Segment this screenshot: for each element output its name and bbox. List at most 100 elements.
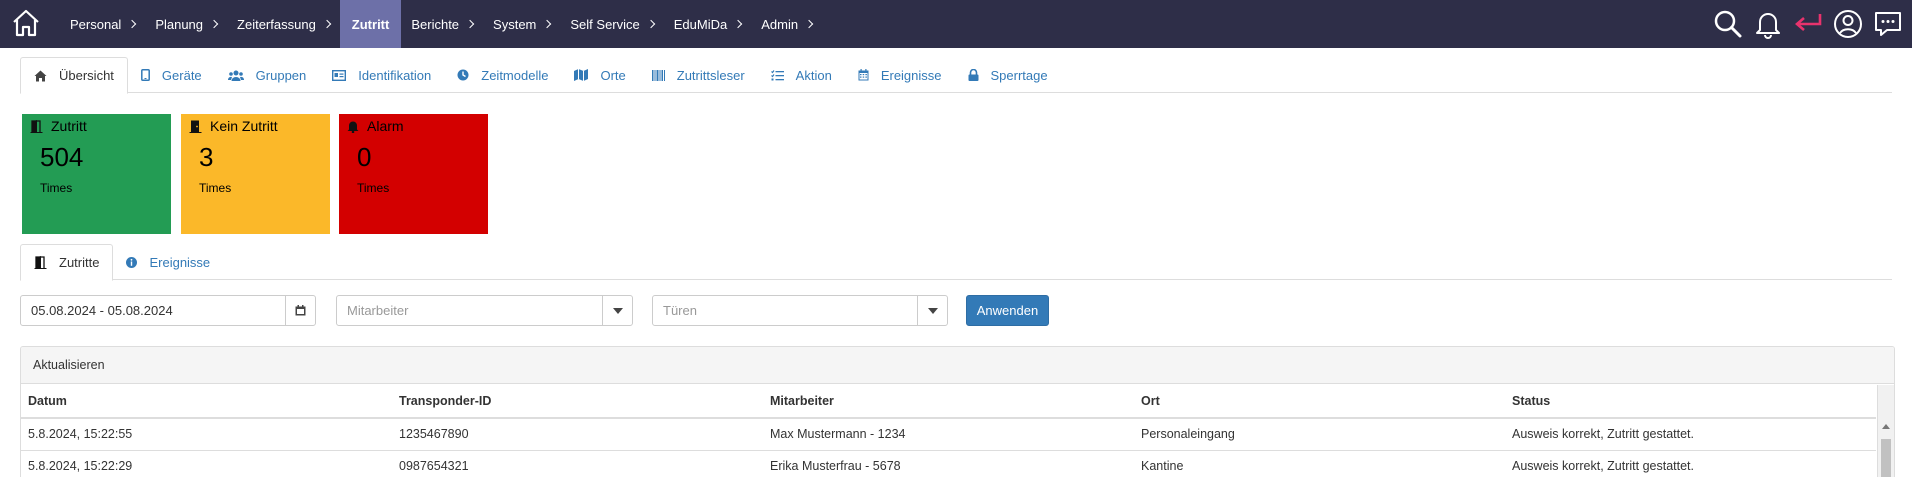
date-range-value: 05.08.2024 - 05.08.2024 — [31, 303, 173, 318]
scroll-thumb[interactable] — [1881, 439, 1891, 477]
tab-label: Zutritte — [59, 255, 100, 270]
main-tabs: Übersicht Geräte Gruppen Identifikation Zeit… — [20, 57, 1892, 94]
kpi-card-value: 3 — [199, 142, 214, 172]
tab-label: Zeitmodelle — [481, 67, 549, 83]
kpi-card-value: 0 — [357, 142, 372, 172]
tab-sperrtage[interactable]: Sperrtage — [955, 57, 1061, 93]
column-header-datum[interactable]: Datum — [21, 384, 392, 419]
table-scrollbar[interactable] — [1877, 385, 1894, 477]
tab-zutrittsleser[interactable]: Zutrittsleser — [639, 57, 758, 93]
nav-item-label: Zutritt — [351, 16, 390, 32]
tab-label: Ereignisse — [880, 67, 942, 83]
tab-gruppen[interactable]: Gruppen — [215, 57, 320, 93]
kpi-card-label: Alarm — [367, 118, 404, 134]
employee-select[interactable]: Mitarbeiter — [336, 295, 633, 326]
subtab-zutritte[interactable]: Zutritte — [20, 244, 114, 281]
nav-item-label: System — [493, 16, 537, 32]
barcode-icon — [651, 69, 671, 81]
tab-zeitmodelle[interactable]: Zeitmodelle — [444, 57, 561, 93]
nav-item-berichte[interactable]: Berichte — [401, 0, 483, 48]
chevron-right-icon — [804, 19, 814, 29]
table-cell-transponder-id: 1235467890 — [392, 418, 763, 451]
table-cell-status: Ausweis korrekt, Zutritt gestattet. — [1505, 450, 1876, 477]
table-row[interactable]: 5.8.2024, 15:22:29 0987654321 Erika Muster… — [21, 450, 1876, 477]
tab-label: Sperrtage — [990, 67, 1048, 83]
calendar-icon — [295, 305, 306, 316]
id-card-icon — [332, 69, 352, 81]
chevron-right-icon — [646, 19, 656, 29]
table-cell-ort: Personaleingang — [1134, 418, 1505, 451]
nav-item-label: Planung — [155, 16, 204, 32]
nav-item-self-service[interactable]: Self Service — [560, 0, 663, 48]
nav-item-label: Personal — [70, 16, 122, 32]
tab-label: Aktion — [795, 67, 832, 83]
date-range-field[interactable]: 05.08.2024 - 05.08.2024 — [20, 295, 316, 326]
bell-icon[interactable] — [1748, 4, 1788, 44]
table-cell-datum: 5.8.2024, 15:22:29 — [21, 450, 392, 477]
column-header-transponder-id[interactable]: Transponder-ID — [392, 384, 763, 419]
kpi-card-label: Kein Zutritt — [210, 118, 278, 134]
tablet-icon — [140, 69, 156, 81]
return-icon[interactable] — [1788, 4, 1828, 44]
tab-identifikation[interactable]: Identifikation — [319, 57, 444, 93]
nav-item-zutritt[interactable]: Zutritt — [339, 0, 402, 48]
map-icon — [574, 69, 594, 81]
chevron-right-icon — [465, 19, 475, 29]
tab-label: Identifikation — [358, 67, 432, 83]
door-closed-icon — [189, 120, 206, 133]
user-circle-icon[interactable] — [1828, 4, 1868, 44]
nav-item-personal[interactable]: Personal — [58, 0, 145, 48]
subtab-ereignisse[interactable]: Ereignisse — [113, 244, 223, 280]
table-row[interactable]: 5.8.2024, 15:22:55 1235467890 Max Musterma… — [21, 418, 1876, 451]
kpi-card-zutritt: Zutritt 504 Times — [22, 114, 171, 234]
nav-item-label: Zeiterfassung — [237, 16, 316, 32]
lock-icon — [968, 69, 985, 81]
tab-orte[interactable]: Orte — [561, 57, 638, 93]
chevron-down-icon[interactable] — [602, 296, 632, 325]
doors-select[interactable]: Türen — [652, 295, 948, 326]
kpi-card-alarm: Alarm 0 Times — [339, 114, 488, 234]
nav-item-zeiterfassung[interactable]: Zeiterfassung — [227, 0, 340, 48]
nav-item-label: Berichte — [411, 16, 460, 32]
chevron-right-icon — [733, 19, 743, 29]
access-table: Datum Transponder-ID Mitarbeiter Ort Status … — [21, 384, 1876, 477]
nav-item-system[interactable]: System — [483, 0, 560, 48]
home-icon[interactable] — [10, 7, 42, 39]
table-cell-mitarbeiter: Max Mustermann - 1234 — [763, 418, 1134, 451]
tab-aktion[interactable]: Aktion — [758, 57, 845, 93]
tab-geraete[interactable]: Geräte — [128, 57, 215, 93]
kpi-card-title: Alarm — [347, 118, 480, 134]
sub-tabs: Zutritte Ereignisse — [20, 244, 1892, 281]
nav-item-edumida[interactable]: EduMiDa — [664, 0, 751, 48]
tab-label: Orte — [600, 67, 626, 83]
door-open-icon — [34, 256, 53, 269]
tab-ereignisse[interactable]: Ereignisse — [845, 57, 955, 93]
column-header-mitarbeiter[interactable]: Mitarbeiter — [763, 384, 1134, 419]
column-header-ort[interactable]: Ort — [1134, 384, 1505, 419]
calendar-button[interactable] — [285, 296, 315, 325]
nav-item-label: EduMiDa — [673, 16, 728, 32]
chat-icon[interactable] — [1868, 4, 1908, 44]
search-icon[interactable] — [1708, 4, 1748, 44]
nav-item-planung[interactable]: Planung — [145, 0, 227, 48]
table-cell-datum: 5.8.2024, 15:22:55 — [21, 418, 392, 451]
top-icons — [1708, 0, 1912, 48]
home-icon — [34, 70, 53, 82]
kpi-card-unit: Times — [199, 181, 232, 195]
kpi-card-kein-zutritt: Kein Zutritt 3 Times — [181, 114, 330, 234]
tab-label: Ereignisse — [149, 254, 211, 270]
refresh-link[interactable]: Aktualisieren — [21, 347, 1894, 384]
access-table-panel: Aktualisieren Datum Transponder-ID Mitarbe… — [20, 346, 1895, 477]
nav-item-admin[interactable]: Admin — [751, 0, 822, 48]
tab-uebersicht[interactable]: Übersicht — [20, 57, 128, 94]
chevron-down-icon[interactable] — [917, 296, 947, 325]
tab-label: Gruppen — [255, 67, 307, 83]
bell-icon — [347, 120, 363, 133]
top-navigation: Personal Planung Zeiterfassung Zutritt Beric… — [0, 0, 1912, 48]
tab-label: Übersicht — [59, 68, 114, 83]
scroll-up-icon[interactable] — [1882, 424, 1890, 429]
apply-button[interactable]: Anwenden — [966, 295, 1049, 326]
employee-placeholder: Mitarbeiter — [347, 303, 409, 318]
column-header-status[interactable]: Status — [1505, 384, 1876, 419]
nav-item-label: Admin — [761, 16, 799, 32]
